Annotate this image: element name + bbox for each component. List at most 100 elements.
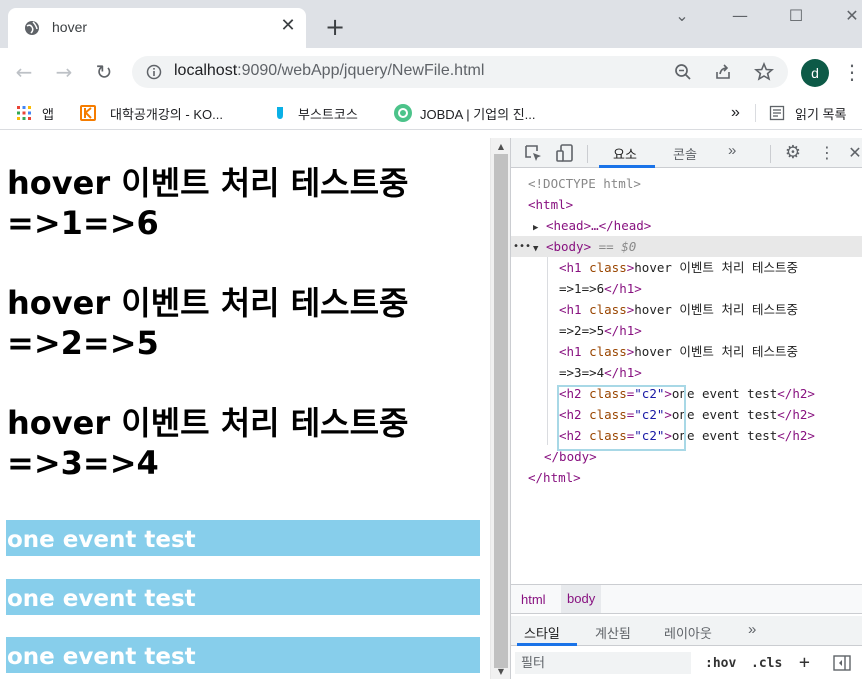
hover-heading-3[interactable]: hover 이벤트 처리 테스트중 =>3=>4 (7, 403, 487, 483)
bookmark-apps[interactable]: 앱 (16, 102, 54, 124)
inspect-element-icon[interactable] (522, 142, 544, 164)
reload-icon[interactable]: ↻ (92, 60, 116, 84)
close-window-button[interactable]: ✕ (824, 0, 862, 32)
dom-h1-cont: =>3=>4</h1> (559, 365, 642, 380)
selected-marker: == $0 (598, 239, 637, 254)
active-tab-indicator (517, 643, 577, 646)
breadcrumb-html[interactable]: html (515, 592, 552, 607)
expand-triangle-icon[interactable]: ▶ (533, 223, 538, 233)
tab-console[interactable]: 콘솔 (673, 144, 697, 163)
bookmarks-bar: 앱 대학공개강의 - KO... 부스트코스 JOBDA | 기업의 진... … (0, 96, 862, 130)
maximize-button[interactable]: ☐ (768, 0, 824, 32)
devtools-menu-icon[interactable]: ⋮ (816, 142, 838, 164)
heading-counter: =>3=>4 (7, 444, 159, 482)
more-tabs-button[interactable]: » (728, 142, 736, 159)
dom-h1-row[interactable]: <h1 class>hover 이벤트 처리 테스트중 (559, 257, 798, 278)
body-tag: <body> (545, 239, 592, 254)
dom-h1-counter: =>2=>5 (559, 323, 605, 338)
page-scrollbar[interactable]: ▲ ▼ (490, 138, 510, 679)
scroll-thumb[interactable] (494, 154, 508, 668)
scroll-down-arrow-icon[interactable]: ▼ (496, 667, 506, 676)
browser-toolbar: ← → ↻ localhost:9090/webApp/jquery/NewFi… (0, 48, 862, 96)
hover-highlight-box (557, 385, 686, 451)
globe-icon (25, 21, 39, 35)
breadcrumb-body[interactable]: body (561, 585, 602, 613)
menu-kebab-icon[interactable]: ⋮ (842, 60, 862, 84)
dom-tree: <!DOCTYPE html> <html> ▶ <head>…</head> … (511, 169, 862, 583)
heading-text: hover 이벤트 처리 테스트중 (7, 404, 409, 442)
share-icon[interactable] (714, 63, 732, 81)
reading-list-icon (769, 105, 785, 121)
back-arrow-icon[interactable]: ← (12, 60, 36, 84)
tab-title: hover (52, 19, 88, 35)
one-event-heading-1[interactable]: one event test (6, 520, 480, 556)
bookmark-label: JOBDA | 기업의 진... (420, 106, 536, 122)
device-toolbar-icon[interactable] (554, 142, 576, 164)
new-style-rule-icon[interactable]: + (799, 652, 810, 673)
dots-icon[interactable]: ••• (513, 236, 531, 257)
apps-grid-icon (17, 106, 31, 120)
heading-text: hover 이벤트 처리 테스트중 (7, 164, 409, 202)
dom-h2-text: one event test (671, 386, 778, 401)
forward-arrow-icon[interactable]: → (52, 60, 76, 84)
heading-text: hover 이벤트 처리 테스트중 (7, 284, 409, 322)
address-bar[interactable]: localhost:9090/webApp/jquery/NewFile.htm… (132, 56, 788, 88)
reading-list-button[interactable]: 읽기 목록 (769, 102, 846, 124)
minimize-button[interactable]: — (712, 0, 768, 32)
hover-heading-1[interactable]: hover 이벤트 처리 테스트중 =>1=>6 (7, 163, 487, 243)
tab-elements[interactable]: 요소 (613, 144, 637, 163)
devtools-panel: 요소 콘솔 » ⚙ ⋮ ✕ <!DOCTYPE html> <html> ▶ <… (510, 138, 862, 679)
cls-toggle[interactable]: .cls (751, 656, 782, 671)
bookmarks-overflow-button[interactable]: » (731, 102, 740, 124)
dom-head-row[interactable]: ▶ <head>…</head> (533, 215, 651, 236)
filter-input[interactable]: 필터 (515, 652, 691, 674)
bookmark-label: 부스트코스 (298, 106, 358, 122)
more-style-tabs-button[interactable]: » (748, 621, 756, 638)
dom-h1-row[interactable]: <h1 class>hover 이벤트 처리 테스트중 (559, 341, 798, 362)
tab-computed[interactable]: 계산됨 (595, 623, 631, 642)
bookmark-jobda[interactable]: JOBDA | 기업의 진... (394, 102, 536, 124)
tab-layout[interactable]: 레이아웃 (664, 623, 712, 642)
dom-body-open[interactable]: ▼ <body> == $0 (533, 236, 636, 257)
one-event-heading-3[interactable]: one event test (6, 637, 480, 673)
divider (770, 145, 771, 163)
bookmark-boostcourse[interactable]: 부스트코스 (272, 102, 358, 124)
close-tab-icon[interactable]: ✕ (278, 16, 298, 36)
reading-list-label: 읽기 목록 (795, 106, 847, 122)
dom-h1-counter: =>1=>6 (559, 281, 605, 296)
scroll-up-arrow-icon[interactable]: ▲ (496, 142, 506, 151)
hov-toggle[interactable]: :hov (705, 656, 736, 671)
dom-html-open[interactable]: <html> (528, 194, 573, 215)
new-tab-button[interactable]: + (322, 14, 348, 40)
dom-head: <head>…</head> (545, 218, 652, 233)
browser-tab[interactable]: hover ✕ (8, 8, 306, 48)
zoom-icon[interactable] (674, 63, 692, 81)
active-tab-indicator (599, 165, 655, 168)
heading-counter: =>2=>5 (7, 324, 159, 362)
hover-heading-2[interactable]: hover 이벤트 처리 테스트중 =>2=>5 (7, 283, 487, 363)
dom-h1-text: hover 이벤트 처리 테스트중 (634, 302, 798, 317)
profile-avatar[interactable]: d (801, 59, 829, 87)
divider (755, 104, 756, 122)
one-event-heading-2[interactable]: one event test (6, 579, 480, 615)
bookmark-label: 대학공개강의 - KO... (110, 106, 223, 122)
kocw-logo-icon (80, 105, 96, 121)
dom-h1-cont: =>2=>5</h1> (559, 323, 642, 338)
divider (587, 145, 588, 163)
heading-counter: =>1=>6 (7, 204, 159, 242)
dom-h1-row[interactable]: <h1 class>hover 이벤트 처리 테스트중 (559, 299, 798, 320)
info-icon[interactable] (146, 64, 162, 80)
collapse-triangle-icon[interactable]: ▼ (533, 244, 538, 254)
dom-html-close[interactable]: </html> (528, 467, 581, 488)
toggle-sidebar-icon[interactable] (833, 655, 851, 671)
tab-search-icon[interactable]: ⌄ (654, 0, 710, 32)
dom-doctype[interactable]: <!DOCTYPE html> (528, 173, 641, 194)
star-bookmark-icon[interactable] (754, 62, 774, 82)
close-devtools-icon[interactable]: ✕ (847, 142, 862, 164)
styles-tab-bar: 스타일 계산됨 레이아웃 » (511, 616, 862, 646)
gear-icon[interactable]: ⚙ (782, 142, 804, 164)
tab-styles[interactable]: 스타일 (524, 623, 560, 642)
bookmark-kocw[interactable]: 대학공개강의 - KO... (80, 102, 223, 124)
page-viewport: hover 이벤트 처리 테스트중 =>1=>6 hover 이벤트 처리 테스… (0, 138, 490, 679)
dom-body-close[interactable]: </body> (544, 446, 597, 467)
